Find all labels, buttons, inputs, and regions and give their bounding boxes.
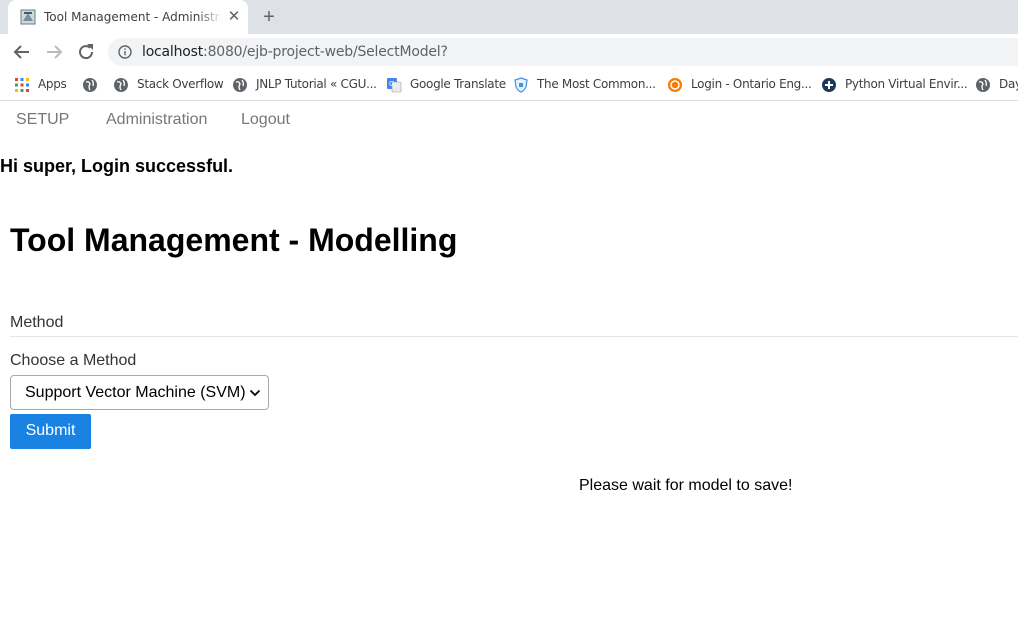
orange-circle-icon bbox=[668, 78, 682, 92]
site-navbar: SETUP Administration Logout bbox=[0, 103, 1018, 139]
method-select[interactable]: Support Vector Machine (SVM) bbox=[10, 375, 269, 410]
browser-toolbar: localhost:8080/ejb-project-web/SelectMod… bbox=[0, 34, 1018, 70]
globe-icon bbox=[114, 78, 128, 92]
globe-icon bbox=[233, 78, 247, 92]
forward-arrow-icon[interactable] bbox=[42, 40, 66, 64]
reload-icon[interactable] bbox=[74, 40, 98, 64]
address-bar[interactable]: localhost:8080/ejb-project-web/SelectMod… bbox=[108, 38, 1018, 66]
url-host: localhost bbox=[142, 44, 204, 60]
python-icon bbox=[822, 78, 836, 92]
svg-text:G: G bbox=[389, 80, 394, 88]
bookmark-label: Python Virtual Envir... bbox=[845, 77, 968, 91]
browser-tabstrip: Tool Management - Administration ✕ + bbox=[0, 0, 1018, 34]
method-legend: Method bbox=[10, 314, 64, 331]
bookmark-label: Stack Overflow bbox=[137, 77, 224, 91]
google-translate-icon: G bbox=[387, 78, 402, 93]
globe-icon bbox=[976, 78, 990, 92]
bookmark-label: Apps bbox=[38, 77, 67, 91]
method-select-label: Choose a Method bbox=[10, 352, 137, 369]
chevron-down-icon bbox=[249, 389, 261, 397]
bookmarks-bar: Apps Stack Overflow JNLP Tutorial « CGU.… bbox=[0, 70, 1018, 101]
tab-title: Tool Management - Administration bbox=[44, 10, 222, 24]
back-arrow-icon[interactable] bbox=[10, 40, 34, 64]
bookmark-label: The Most Common... bbox=[537, 77, 656, 91]
info-icon[interactable] bbox=[118, 45, 132, 59]
url-path: :8080/ejb-project-web/SelectModel? bbox=[203, 44, 448, 60]
method-select-value: Support Vector Machine (SVM) bbox=[25, 384, 246, 401]
bookmark-label: Google Translate bbox=[410, 77, 506, 91]
apps-grid-icon bbox=[15, 78, 29, 92]
submit-button[interactable]: Submit bbox=[10, 414, 91, 449]
globe-icon bbox=[83, 78, 97, 92]
close-tab-icon[interactable]: ✕ bbox=[226, 9, 242, 25]
nav-link-logout[interactable]: Logout bbox=[241, 111, 290, 129]
new-tab-icon[interactable]: + bbox=[258, 6, 280, 28]
legend-divider bbox=[10, 336, 1018, 337]
nav-link-setup[interactable]: SETUP bbox=[16, 111, 69, 129]
nav-link-administration[interactable]: Administration bbox=[106, 111, 207, 129]
url-text[interactable]: localhost:8080/ejb-project-web/SelectMod… bbox=[142, 44, 448, 60]
page-title: Tool Management - Modelling bbox=[10, 222, 458, 258]
status-message: Please wait for model to save! bbox=[579, 477, 793, 494]
page-favicon-icon bbox=[20, 9, 36, 25]
bookmark-label: JNLP Tutorial « CGU... bbox=[256, 77, 377, 91]
browser-tab[interactable]: Tool Management - Administration ✕ bbox=[8, 0, 248, 34]
shield-icon bbox=[514, 77, 528, 93]
bookmark-label: Login - Ontario Eng... bbox=[691, 77, 812, 91]
submit-button-label: Submit bbox=[25, 422, 76, 439]
login-greeting: Hi super, Login successful. bbox=[0, 156, 234, 176]
bookmark-label: Day bbox=[999, 77, 1018, 91]
